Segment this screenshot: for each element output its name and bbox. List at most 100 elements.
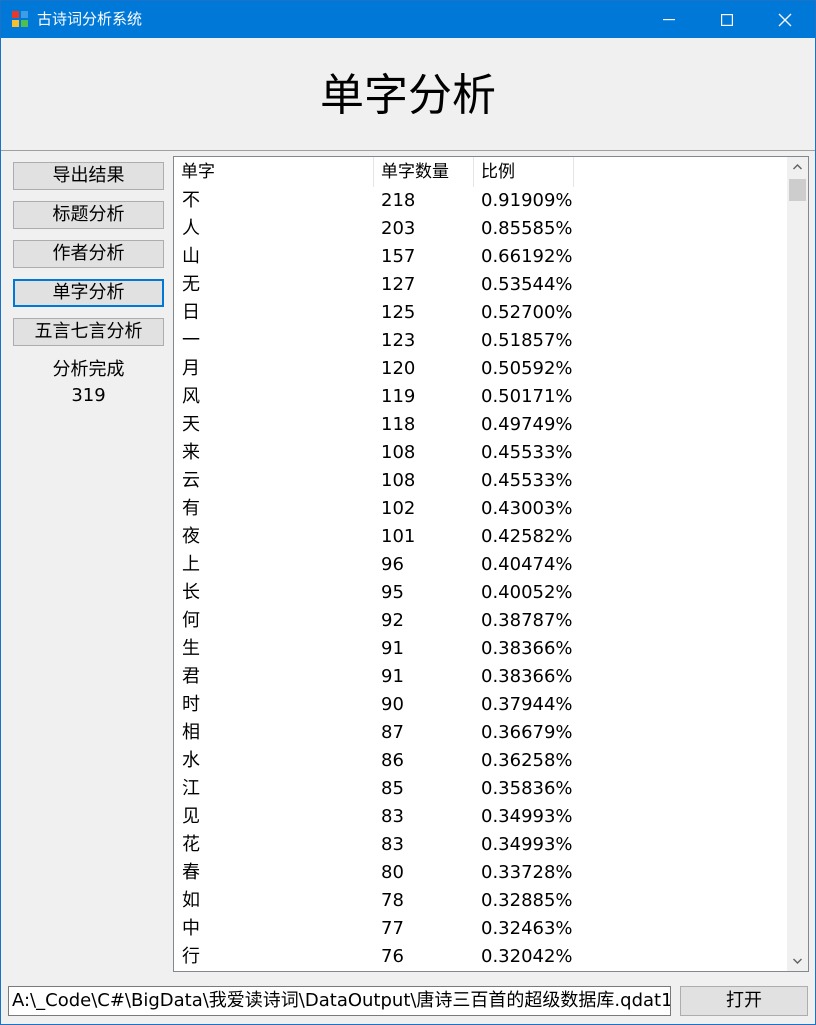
ratio-cell: 0.40052% xyxy=(481,582,573,603)
ratio-cell: 0.32042% xyxy=(481,946,573,967)
count-cell: 86 xyxy=(381,750,404,771)
column-header-char[interactable]: 单字 xyxy=(174,157,374,187)
list-item[interactable]: 君 91 0.38366% xyxy=(174,663,788,691)
ratio-cell: 0.35836% xyxy=(481,778,573,799)
list-item[interactable]: 水 86 0.36258% xyxy=(174,747,788,775)
count-cell: 120 xyxy=(381,358,416,379)
count-cell: 118 xyxy=(381,414,416,435)
scroll-up-button[interactable] xyxy=(787,157,808,177)
list-item[interactable]: 何 92 0.38787% xyxy=(174,607,788,635)
ratio-cell: 0.53544% xyxy=(481,274,573,295)
ratio-cell: 0.51857% xyxy=(481,330,573,351)
count-cell: 91 xyxy=(381,666,404,687)
list-item[interactable]: 一 123 0.51857% xyxy=(174,327,788,355)
list-item[interactable]: 不 218 0.91909% xyxy=(174,187,788,215)
list-item[interactable]: 人 203 0.85585% xyxy=(174,215,788,243)
column-header-ratio[interactable]: 比例 xyxy=(474,157,574,187)
char-analysis-button[interactable]: 单字分析 xyxy=(13,279,164,307)
list-item[interactable]: 山 157 0.66192% xyxy=(174,243,788,271)
char-cell: 见 xyxy=(182,806,200,827)
list-item[interactable]: 风 119 0.50171% xyxy=(174,383,788,411)
char-frequency-list[interactable]: 单字 单字数量 比例 不 218 0.91909% 人 203 0.85585% 山 157 0… xyxy=(173,156,809,972)
file-path-input[interactable]: A:\_Code\C#\BigData\我爱读诗词\DataOutput\唐诗三… xyxy=(8,986,671,1016)
char-cell: 时 xyxy=(182,694,200,715)
char-cell: 水 xyxy=(182,750,200,771)
list-item[interactable]: 春 80 0.33728% xyxy=(174,859,788,887)
header-panel: 单字分析 xyxy=(1,38,815,151)
export-results-button[interactable]: 导出结果 xyxy=(13,162,164,190)
char-cell: 人 xyxy=(182,218,200,239)
list-item[interactable]: 来 108 0.45533% xyxy=(174,439,788,467)
count-cell: 119 xyxy=(381,386,416,407)
char-cell: 不 xyxy=(182,190,200,211)
char-cell: 上 xyxy=(182,554,200,575)
list-item[interactable]: 江 85 0.35836% xyxy=(174,775,788,803)
list-header: 单字 单字数量 比例 xyxy=(174,157,788,187)
ratio-cell: 0.85585% xyxy=(481,218,573,239)
list-item[interactable]: 有 102 0.43003% xyxy=(174,495,788,523)
count-cell: 83 xyxy=(381,806,404,827)
open-button[interactable]: 打开 xyxy=(680,986,808,1016)
author-analysis-button[interactable]: 作者分析 xyxy=(13,240,164,268)
list-item[interactable]: 月 120 0.50592% xyxy=(174,355,788,383)
ratio-cell: 0.45533% xyxy=(481,442,573,463)
page-title: 单字分析 xyxy=(320,70,496,121)
scroll-down-button[interactable] xyxy=(787,951,808,971)
list-item[interactable]: 无 127 0.53544% xyxy=(174,271,788,299)
count-cell: 92 xyxy=(381,610,404,631)
title-analysis-button[interactable]: 标题分析 xyxy=(13,201,164,229)
list-item[interactable]: 见 83 0.34993% xyxy=(174,803,788,831)
ratio-cell: 0.49749% xyxy=(481,414,573,435)
char-cell: 风 xyxy=(182,386,200,407)
five-seven-analysis-button[interactable]: 五言七言分析 xyxy=(13,318,164,346)
ratio-cell: 0.34993% xyxy=(481,834,573,855)
minimize-button[interactable] xyxy=(640,1,698,38)
list-item[interactable]: 花 83 0.34993% xyxy=(174,831,788,859)
list-item[interactable]: 天 118 0.49749% xyxy=(174,411,788,439)
ratio-cell: 0.42582% xyxy=(481,526,573,547)
list-item[interactable]: 生 91 0.38366% xyxy=(174,635,788,663)
list-item[interactable]: 夜 101 0.42582% xyxy=(174,523,788,551)
list-rows: 不 218 0.91909% 人 203 0.85585% 山 157 0.66192% 无 127… xyxy=(174,187,788,971)
count-cell: 123 xyxy=(381,330,416,351)
count-cell: 78 xyxy=(381,890,404,911)
count-cell: 85 xyxy=(381,778,404,799)
maximize-button[interactable] xyxy=(698,1,756,38)
char-cell: 春 xyxy=(182,862,200,883)
count-cell: 108 xyxy=(381,470,416,491)
count-cell: 157 xyxy=(381,246,416,267)
ratio-cell: 0.43003% xyxy=(481,498,573,519)
list-item[interactable]: 上 96 0.40474% xyxy=(174,551,788,579)
column-header-count[interactable]: 单字数量 xyxy=(374,157,474,187)
ratio-cell: 0.37944% xyxy=(481,694,573,715)
count-cell: 95 xyxy=(381,582,404,603)
char-cell: 中 xyxy=(182,918,200,939)
char-cell: 长 xyxy=(182,582,200,603)
char-cell: 花 xyxy=(182,834,200,855)
list-item[interactable]: 中 77 0.32463% xyxy=(174,915,788,943)
count-cell: 203 xyxy=(381,218,416,239)
char-cell: 江 xyxy=(182,778,200,799)
ratio-cell: 0.50171% xyxy=(481,386,573,407)
vertical-scrollbar[interactable] xyxy=(787,157,808,971)
list-item[interactable]: 行 76 0.32042% xyxy=(174,943,788,971)
list-item[interactable]: 云 108 0.45533% xyxy=(174,467,788,495)
list-item[interactable]: 长 95 0.40052% xyxy=(174,579,788,607)
count-cell: 91 xyxy=(381,638,404,659)
char-cell: 天 xyxy=(182,414,200,435)
scroll-thumb[interactable] xyxy=(789,179,806,201)
list-item[interactable]: 日 125 0.52700% xyxy=(174,299,788,327)
char-cell: 君 xyxy=(182,666,200,687)
char-cell: 夜 xyxy=(182,526,200,547)
ratio-cell: 0.52700% xyxy=(481,302,573,323)
char-cell: 如 xyxy=(182,890,200,911)
close-button[interactable] xyxy=(756,1,814,38)
title-bar[interactable]: 古诗词分析系统 xyxy=(1,1,815,38)
list-item[interactable]: 如 78 0.32885% xyxy=(174,887,788,915)
count-cell: 87 xyxy=(381,722,404,743)
char-cell: 有 xyxy=(182,498,200,519)
list-item[interactable]: 时 90 0.37944% xyxy=(174,691,788,719)
list-item[interactable]: 相 87 0.36679% xyxy=(174,719,788,747)
ratio-cell: 0.34993% xyxy=(481,806,573,827)
char-cell: 行 xyxy=(182,946,200,967)
